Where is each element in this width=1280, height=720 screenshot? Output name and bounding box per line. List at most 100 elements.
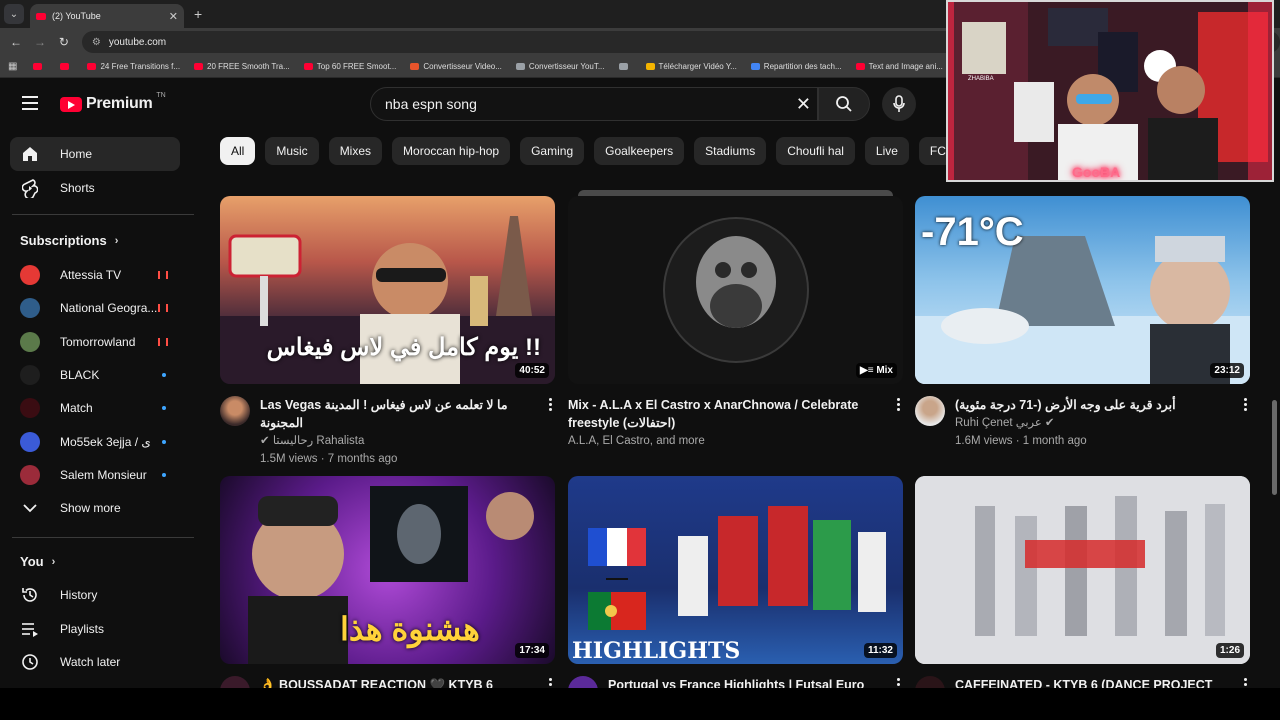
new-tab-icon[interactable]: + (194, 6, 202, 22)
channel-avatar[interactable] (915, 396, 945, 426)
subscription-label: BLACK (60, 367, 100, 382)
filter-chip[interactable]: Gaming (520, 137, 585, 165)
sidebar-item-home[interactable]: Home (10, 137, 180, 171)
filter-chip[interactable]: All (220, 137, 256, 165)
filter-chip[interactable]: Goalkeepers (594, 137, 685, 165)
bookmark-item[interactable]: Top 60 FREE Smoot... (303, 62, 396, 71)
show-more-button[interactable]: Show more (10, 491, 180, 525)
voice-search-button[interactable] (882, 87, 916, 121)
channel-name[interactable]: ✔ رحاليستا Rahalista (260, 432, 531, 450)
forward-arrow-icon[interactable]: → (28, 35, 52, 49)
sidebar-subscription[interactable]: Tomorrowland (10, 325, 180, 359)
video-thumbnail[interactable]: 1:26 (915, 476, 1250, 664)
bookmark-label: Repartition des tach... (763, 62, 842, 71)
back-arrow-icon[interactable]: ← (4, 35, 28, 49)
video-title[interactable]: Mix - A.L.A x El Castro x AnarChnowa / C… (568, 396, 879, 432)
channel-name[interactable]: Ruhi Çenet عربي ✔ (955, 414, 1226, 432)
sidebar-subscription[interactable]: National Geogra... (10, 291, 180, 325)
filter-chip[interactable]: Live (864, 137, 909, 165)
site-info-icon[interactable]: ⚙ (92, 37, 101, 48)
video-card[interactable]: -71°C 23:12 أبرد قرية على وجه الأرض (-71… (915, 196, 1250, 450)
sidebar-subscription[interactable]: BLACK (10, 358, 180, 392)
search-input[interactable]: nba espn song ✕ (370, 87, 818, 121)
bookmark-favicon-icon (750, 63, 760, 70)
more-actions-icon[interactable] (1244, 398, 1248, 413)
video-title[interactable]: Las Vegas ما لا تعلمه عن لاس فيغاس ! الم… (260, 396, 531, 432)
dance-group-image (915, 476, 1250, 664)
microphone-icon (893, 95, 905, 112)
video-thumbnail[interactable]: يوم كامل في لاس فيغاس !! 40:52 (220, 196, 555, 384)
clear-search-icon[interactable]: ✕ (796, 94, 811, 115)
bookmark-item[interactable]: 24 Free Transitions f... (87, 62, 180, 71)
channel-avatar[interactable] (220, 396, 250, 426)
youtube-premium-logo[interactable]: Premium TN (60, 92, 166, 113)
browser-tab[interactable]: (2) YouTube ✕ (30, 4, 184, 28)
filter-chip[interactable]: Music (265, 137, 319, 165)
video-thumbnail[interactable]: هشنوة هذا 17:34 (220, 476, 555, 664)
sidebar-item-label: Home (60, 147, 93, 161)
sidebar-subscription[interactable]: Match (10, 391, 180, 425)
filter-chip[interactable]: Choufli hal (776, 137, 855, 165)
more-actions-icon[interactable] (549, 398, 553, 413)
bookmark-item[interactable]: Convertisseur YouT... (515, 62, 605, 71)
channel-name[interactable]: A.L.A, El Castro, and more (568, 432, 879, 450)
bookmark-item[interactable] (60, 63, 73, 70)
thumbnail-overlay-text: هشنوة هذا (340, 611, 480, 647)
more-actions-icon[interactable] (897, 398, 901, 413)
bookmark-favicon-icon (645, 63, 655, 70)
bookmark-label: Télécharger Vidéo Y... (658, 62, 737, 71)
history-icon (20, 586, 40, 604)
video-card[interactable]: يوم كامل في لاس فيغاس !! 40:52 Las Vegas… (220, 196, 555, 468)
bookmark-item[interactable] (33, 63, 46, 70)
video-thumbnail[interactable]: HIGHLIGHTS 11:32 (568, 476, 903, 664)
video-card[interactable]: هشنوة هذا 17:34 👌 BOUSSADAT REACTION 🖤 K… (220, 476, 555, 706)
bookmark-item[interactable]: Text and Image ani... (855, 62, 943, 71)
channel-avatar (20, 431, 40, 452)
video-duration: 1:26 (1215, 643, 1244, 658)
channel-name-label: Ruhi Çenet عربي (955, 417, 1042, 429)
filter-chip[interactable]: Mixes (328, 137, 383, 165)
search-button[interactable] (818, 87, 870, 121)
bookmark-item[interactable]: Télécharger Vidéo Y... (645, 62, 737, 71)
mix-playlist-icon: ▶≡ (860, 365, 877, 376)
video-duration: 17:34 (515, 643, 549, 658)
bookmark-item[interactable]: Repartition des tach... (750, 62, 842, 71)
sidebar-subscription[interactable]: Mo55ek 3ejja / ى (10, 425, 180, 459)
channel-avatar (20, 464, 40, 485)
video-title[interactable]: أبرد قرية على وجه الأرض (-71 درجة مئوية) (955, 396, 1226, 414)
sidebar-item-watch-later[interactable]: Watch later (10, 645, 180, 679)
sidebar-subscription[interactable]: Attessia TV (10, 258, 180, 292)
bookmark-favicon-icon (87, 63, 97, 70)
youtube-favicon-icon (36, 12, 46, 20)
you-heading-label: You (20, 554, 44, 569)
reload-icon[interactable]: ↻ (52, 35, 76, 49)
bookmark-item[interactable]: 20 FREE Smooth Tra... (194, 62, 290, 71)
video-thumbnail[interactable]: ▶≡ Mix (568, 196, 903, 384)
bookmark-item[interactable]: Convertisseur Video... (410, 62, 502, 71)
subscription-label: Salem Monsieur (60, 467, 147, 482)
filter-chip[interactable]: Moroccan hip-hop (392, 137, 511, 165)
chevron-right-icon: › (51, 555, 56, 568)
bookmark-label: Text and Image ani... (868, 62, 943, 71)
video-card[interactable]: 1:26 CAFFEINATED - KTYB 6 (DANCE PROJECT (915, 476, 1250, 706)
menu-icon[interactable] (22, 96, 38, 110)
sidebar-item-history[interactable]: History (10, 578, 180, 612)
sidebar-item-shorts[interactable]: Shorts (10, 171, 180, 205)
bookmark-item[interactable] (618, 63, 632, 70)
sidebar-divider (12, 537, 194, 538)
close-tab-icon[interactable]: ✕ (169, 10, 178, 23)
page-scrollbar-thumb[interactable] (1272, 400, 1277, 495)
webcam-overlay: ZHABIBA GooBA (946, 0, 1274, 182)
thumbnail-overlay-text: HIGHLIGHTS (572, 638, 741, 664)
tab-search-button[interactable]: ⌄ (4, 4, 24, 24)
sidebar-item-playlists[interactable]: Playlists (10, 612, 180, 646)
video-card[interactable]: ▶≡ Mix Mix - A.L.A x El Castro x AnarChn… (568, 190, 903, 450)
subscription-label: Attessia TV (60, 268, 122, 282)
video-thumbnail[interactable]: -71°C 23:12 (915, 196, 1250, 384)
you-heading[interactable]: You › (20, 554, 55, 569)
filter-chip[interactable]: Stadiums (694, 137, 767, 165)
subscriptions-heading[interactable]: Subscriptions › (20, 233, 118, 248)
apps-grid-icon[interactable]: ▦ (8, 61, 17, 72)
video-card[interactable]: HIGHLIGHTS 11:32 Portugal vs France High… (568, 476, 903, 706)
sidebar-subscription[interactable]: Salem Monsieur (10, 458, 180, 492)
